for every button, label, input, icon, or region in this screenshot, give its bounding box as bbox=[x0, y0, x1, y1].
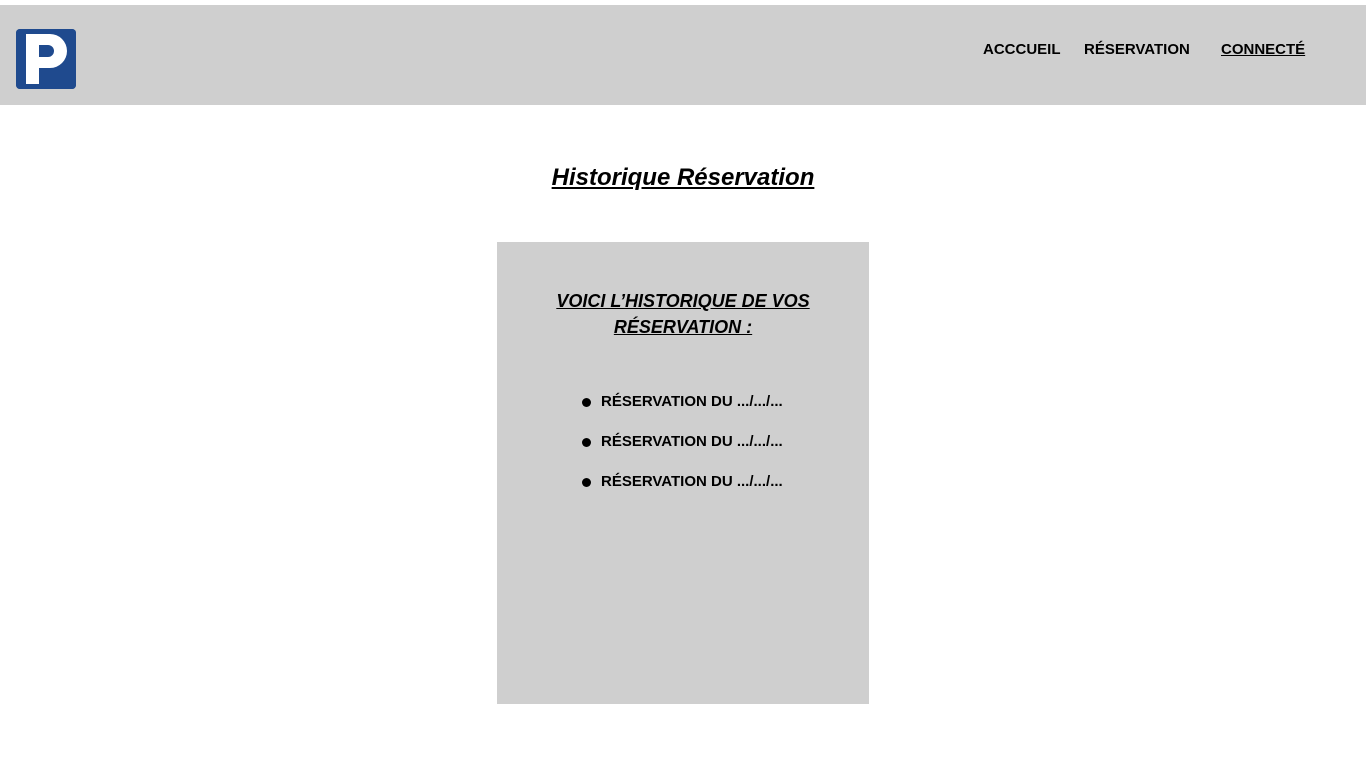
nav-link-connecte[interactable]: CONNECTÉ bbox=[1221, 41, 1305, 59]
history-card: VOICI L’HISTORIQUE DE VOS RÉSERVATION : … bbox=[497, 242, 869, 704]
parking-logo-icon[interactable] bbox=[16, 29, 76, 89]
nav-link-reservation[interactable]: RÉSERVATION bbox=[1084, 41, 1190, 59]
history-item[interactable]: RÉSERVATION DU .../.../... bbox=[582, 392, 783, 432]
history-item[interactable]: RÉSERVATION DU .../.../... bbox=[582, 432, 783, 472]
bullet-icon bbox=[582, 398, 591, 407]
history-item[interactable]: RÉSERVATION DU .../.../... bbox=[582, 472, 783, 512]
site-header: ACCCUEIL RÉSERVATION CONNECTÉ bbox=[0, 5, 1366, 105]
history-item-label: RÉSERVATION DU .../.../... bbox=[601, 473, 783, 490]
bullet-icon bbox=[582, 478, 591, 487]
history-item-label: RÉSERVATION DU .../.../... bbox=[601, 393, 783, 410]
nav-link-accueil[interactable]: ACCCUEIL bbox=[983, 41, 1061, 59]
page-title-wrapper: Historique Réservation bbox=[0, 162, 1366, 194]
history-card-title: VOICI L’HISTORIQUE DE VOS RÉSERVATION : bbox=[556, 291, 810, 337]
history-list: RÉSERVATION DU .../.../... RÉSERVATION D… bbox=[582, 392, 783, 512]
history-item-label: RÉSERVATION DU .../.../... bbox=[601, 433, 783, 450]
bullet-icon bbox=[582, 438, 591, 447]
page-title: Historique Réservation bbox=[551, 164, 815, 191]
